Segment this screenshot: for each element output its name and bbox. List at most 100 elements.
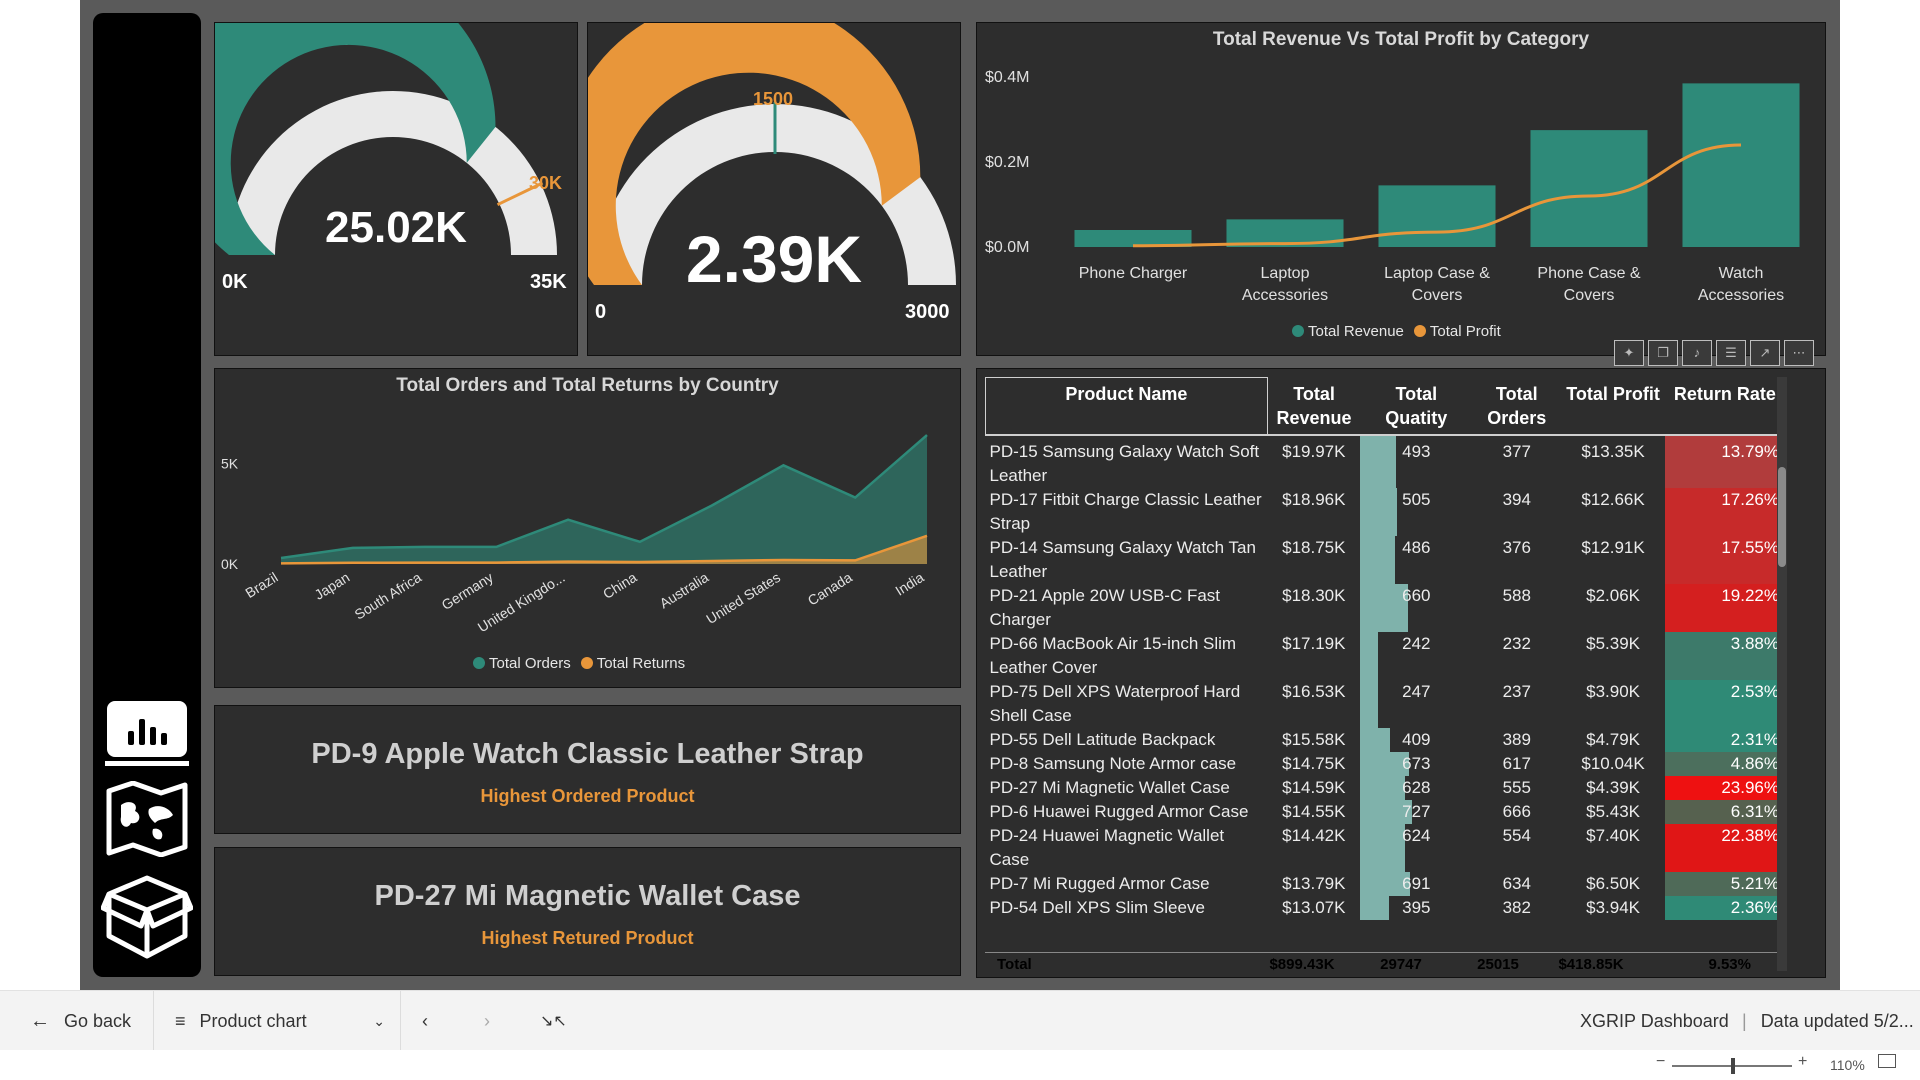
cell-total-profit: $12.91K bbox=[1581, 537, 1645, 557]
pin-icon[interactable]: ✦ bbox=[1614, 340, 1644, 366]
legend-total-orders[interactable]: Total Orders bbox=[473, 655, 571, 672]
x-tick-label: Phone Charger bbox=[1079, 265, 1188, 282]
cell-product-name: PD-27 Mi Magnetic Wallet Case bbox=[989, 777, 1230, 797]
table-row[interactable]: PD-54 Dell XPS Slim Sleeve $13.07K 395 382 $… bbox=[986, 895, 1785, 920]
x-tick-label: Australia bbox=[657, 569, 712, 612]
table-row[interactable]: PD-75 Dell XPS Waterproof Hard Shell Cas… bbox=[986, 679, 1785, 728]
bar-chart-icon bbox=[107, 701, 187, 757]
cell-total-orders: 382 bbox=[1502, 897, 1531, 917]
cell-return-rate: 5.21% bbox=[1664, 871, 1785, 896]
col-header-total-revenue[interactable]: Total Revenue bbox=[1267, 378, 1360, 435]
chevron-down-icon: ⌄ bbox=[373, 1012, 385, 1029]
quantity-databar bbox=[1360, 727, 1390, 752]
nav-products-page[interactable] bbox=[93, 867, 201, 967]
cell-product-name: PD-24 Huawei Magnetic Wallet Case bbox=[989, 825, 1225, 869]
col-header-total-quatity[interactable]: Total Quatity bbox=[1360, 378, 1472, 435]
bell-icon[interactable]: ♪ bbox=[1682, 340, 1712, 366]
table-scrollbar-thumb[interactable] bbox=[1778, 467, 1786, 567]
total-returns-min: 0 bbox=[595, 301, 607, 323]
legend-dot-icon bbox=[1292, 325, 1304, 337]
col-header-return-rate[interactable]: Return Rate bbox=[1665, 378, 1785, 435]
total-orders-min: 0K bbox=[222, 271, 248, 293]
legend-total-profit[interactable]: Total Profit bbox=[1413, 323, 1501, 340]
cell-total-revenue: $16.53K bbox=[1282, 681, 1346, 701]
cell-total-profit: $3.94K bbox=[1586, 897, 1641, 917]
table-row[interactable]: PD-6 Huawei Rugged Armor Case $14.55K 727 6… bbox=[986, 799, 1785, 824]
page-selector[interactable]: ≡ Product chart ⌄ bbox=[175, 991, 385, 1051]
x-tick-label: Covers bbox=[1564, 287, 1615, 304]
nav-product-chart[interactable] bbox=[93, 689, 201, 769]
country-chart-panel[interactable]: Total Orders and Total Returns by Countr… bbox=[214, 368, 961, 688]
arrow-left-icon: ← bbox=[30, 1009, 50, 1032]
col-header-product-name[interactable]: Product Name bbox=[985, 377, 1268, 435]
total-orders-gauge-panel[interactable]: Total Orders 25.02K 0K 35K 30K bbox=[214, 22, 578, 356]
zoom-slider-thumb[interactable] bbox=[1731, 1058, 1735, 1074]
cell-total-orders: 232 bbox=[1502, 633, 1531, 653]
next-page-button[interactable]: › bbox=[484, 991, 490, 1051]
previous-page-button[interactable]: ‹ bbox=[422, 991, 428, 1051]
y-tick-label: 0K bbox=[221, 556, 239, 572]
highest-ordered-product-name: PD-9 Apple Watch Classic Leather Strap bbox=[311, 738, 864, 770]
quantity-databar bbox=[1360, 631, 1378, 680]
fit-to-page-icon[interactable] bbox=[1878, 1054, 1896, 1068]
product-table-panel[interactable]: Product Name Total Revenue Total Quatity… bbox=[976, 368, 1826, 978]
quantity-value: 691 bbox=[1402, 873, 1431, 893]
table-row[interactable]: PD-14 Samsung Galaxy Watch Tan Leather $1… bbox=[986, 535, 1785, 584]
page-navigation-bar bbox=[93, 13, 201, 977]
total-returns-gauge-panel[interactable]: Total Returns 2.39K 0 3000 1500 bbox=[587, 22, 961, 356]
go-back-label: Go back bbox=[64, 1010, 132, 1031]
cell-total-revenue: $18.30K bbox=[1282, 585, 1346, 605]
x-tick-label: Germany bbox=[439, 569, 496, 613]
table-row[interactable]: PD-7 Mi Rugged Armor Case $13.79K 691 634 $6… bbox=[986, 871, 1785, 896]
go-back-button[interactable]: ← Go back bbox=[30, 991, 131, 1051]
more-options-icon[interactable]: ⋯ bbox=[1784, 340, 1814, 366]
legend-total-revenue[interactable]: Total Revenue bbox=[1292, 323, 1404, 340]
table-row[interactable]: PD-15 Samsung Galaxy Watch Soft Leather $… bbox=[986, 434, 1785, 488]
cell-total-quantity: 660 bbox=[1360, 583, 1472, 632]
legend-total-returns[interactable]: Total Returns bbox=[580, 655, 685, 672]
cell-product-name: PD-66 MacBook Air 15-inch Slim Leather C… bbox=[989, 633, 1237, 677]
total-orders-target: 30K bbox=[529, 173, 563, 193]
zoom-slider[interactable] bbox=[1672, 1058, 1792, 1074]
cell-total-orders: 394 bbox=[1502, 489, 1531, 509]
table-row[interactable]: PD-8 Samsung Note Armor case $14.75K 673 61… bbox=[986, 751, 1785, 776]
table-row[interactable]: PD-27 Mi Magnetic Wallet Case $14.59K 628 5… bbox=[986, 775, 1785, 800]
y-tick-label: 5K bbox=[221, 455, 239, 471]
table-scrollbar[interactable] bbox=[1777, 377, 1787, 971]
highest-ordered-card[interactable]: PD-9 Apple Watch Classic Leather Strap H… bbox=[214, 705, 961, 834]
total-returns-target: 1500 bbox=[753, 89, 794, 109]
cell-product-name: PD-54 Dell XPS Slim Sleeve bbox=[989, 897, 1205, 917]
cell-total-profit: $7.40K bbox=[1586, 825, 1641, 845]
table-header-row: Product Name Total Revenue Total Quatity… bbox=[985, 377, 1785, 435]
table-row[interactable]: PD-24 Huawei Magnetic Wallet Case $14.42K… bbox=[986, 823, 1785, 872]
report-canvas: Total Orders 25.02K 0K 35K 30K Total Ret… bbox=[80, 0, 1840, 990]
product-table: Product Name Total Revenue Total Quatity… bbox=[985, 377, 1785, 920]
zoom-in-button[interactable]: + bbox=[1798, 1053, 1807, 1071]
total-profit: $418.85K bbox=[1558, 956, 1624, 973]
world-map-icon bbox=[106, 781, 188, 857]
exit-fullscreen-button[interactable]: ↘↖ bbox=[540, 991, 567, 1051]
table-row[interactable]: PD-66 MacBook Air 15-inch Slim Leather C… bbox=[986, 631, 1785, 680]
cell-product-name: PD-75 Dell XPS Waterproof Hard Shell Cas… bbox=[989, 681, 1241, 725]
focus-mode-icon[interactable]: ↗ bbox=[1750, 340, 1780, 366]
x-tick-label: South Africa bbox=[352, 569, 425, 623]
cell-total-profit: $13.35K bbox=[1581, 441, 1645, 461]
cell-total-orders: 237 bbox=[1502, 681, 1531, 701]
table-row[interactable]: PD-55 Dell Latitude Backpack $15.58K 409 38… bbox=[986, 727, 1785, 752]
cell-total-revenue: $19.97K bbox=[1282, 441, 1346, 461]
zoom-status-bar: − + 110% bbox=[0, 1050, 1920, 1080]
filter-icon[interactable]: ☰ bbox=[1716, 340, 1746, 366]
col-header-total-profit[interactable]: Total Profit bbox=[1561, 378, 1665, 435]
x-tick-label: Phone Case & bbox=[1537, 265, 1641, 282]
col-header-total-orders[interactable]: Total Orders bbox=[1472, 378, 1561, 435]
highest-returned-card[interactable]: PD-27 Mi Magnetic Wallet Case Highest Re… bbox=[214, 847, 961, 976]
table-row[interactable]: PD-17 Fitbit Charge Classic Leather Stra… bbox=[986, 487, 1785, 536]
table-row[interactable]: PD-21 Apple 20W USB-C Fast Charger $18.30… bbox=[986, 583, 1785, 632]
cell-total-quantity: 505 bbox=[1360, 487, 1472, 536]
quantity-value: 242 bbox=[1402, 633, 1431, 653]
copy-icon[interactable]: ❐ bbox=[1648, 340, 1678, 366]
revenue-profit-chart-panel[interactable]: Total Revenue Vs Total Profit by Categor… bbox=[976, 22, 1826, 356]
cell-total-quantity: 242 bbox=[1360, 631, 1472, 680]
nav-map-page[interactable] bbox=[93, 777, 201, 861]
zoom-out-button[interactable]: − bbox=[1656, 1053, 1665, 1071]
